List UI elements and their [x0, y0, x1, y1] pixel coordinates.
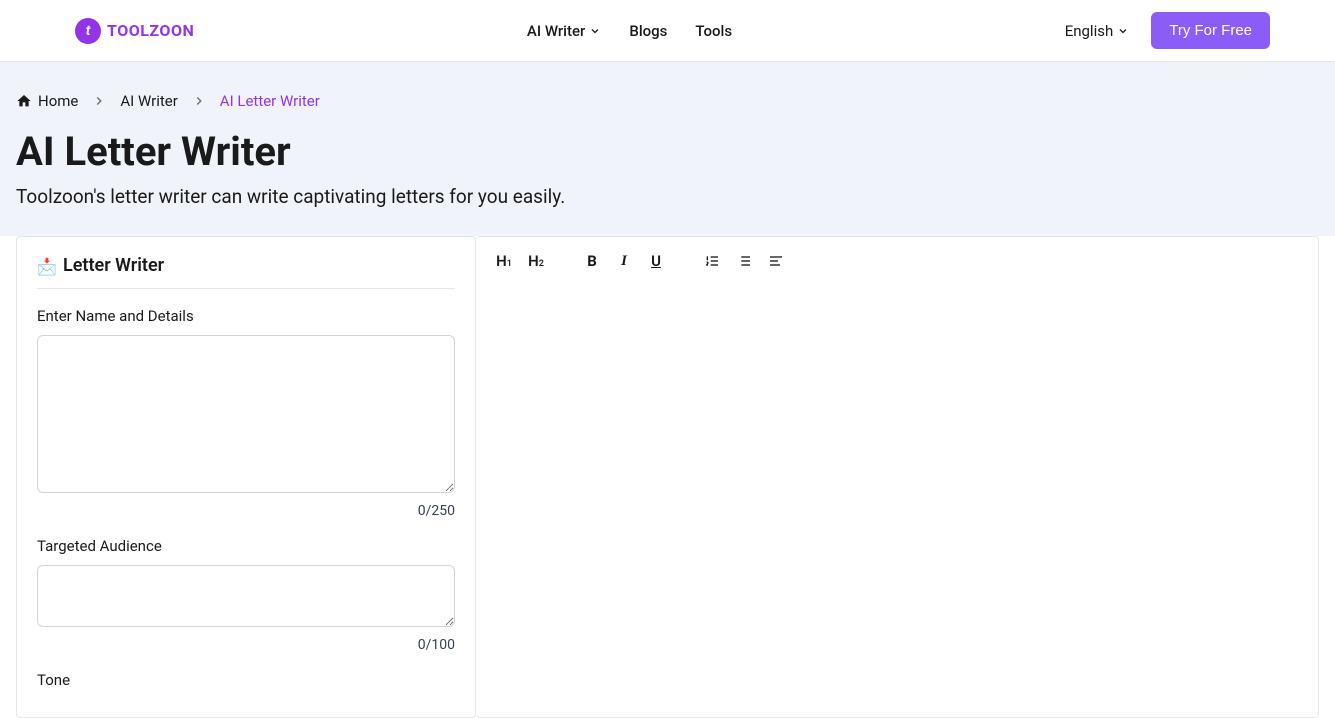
- align-button[interactable]: [762, 247, 790, 275]
- h1-button[interactable]: H1: [490, 247, 518, 275]
- breadcrumb-home[interactable]: Home: [16, 92, 78, 110]
- tone-label: Tone: [37, 671, 455, 689]
- breadcrumb-home-label: Home: [38, 92, 78, 110]
- try-free-button[interactable]: Try For Free: [1151, 12, 1270, 49]
- chevron-right-icon: [92, 94, 106, 108]
- language-selector[interactable]: English: [1065, 22, 1130, 40]
- unordered-list-icon: [736, 253, 752, 269]
- align-icon: [768, 253, 784, 269]
- letter-icon: 📩: [37, 257, 55, 275]
- underline-button[interactable]: U: [642, 247, 670, 275]
- breadcrumb-current: AI Letter Writer: [220, 92, 320, 110]
- main-nav: AI Writer Blogs Tools: [527, 22, 732, 40]
- editor-content[interactable]: [476, 285, 1318, 645]
- nav-tools[interactable]: Tools: [695, 22, 732, 40]
- page-subtitle: Toolzoon's letter writer can write capti…: [0, 185, 1335, 216]
- unordered-list-button[interactable]: [730, 247, 758, 275]
- ordered-list-button[interactable]: [698, 247, 726, 275]
- input-panel: 📩 Letter Writer Enter Name and Details 0…: [16, 236, 476, 718]
- breadcrumb-current-label: AI Letter Writer: [220, 92, 320, 110]
- breadcrumb-ai-writer[interactable]: AI Writer: [120, 92, 177, 110]
- bold-button[interactable]: B: [578, 247, 606, 275]
- nav-blogs-label: Blogs: [629, 22, 667, 40]
- panel-title: Letter Writer: [63, 255, 164, 276]
- nav-tools-label: Tools: [695, 22, 732, 40]
- audience-count: 0/100: [37, 637, 455, 653]
- nav-ai-writer-label: AI Writer: [527, 22, 585, 40]
- h2-button[interactable]: H2: [522, 247, 550, 275]
- chevron-down-icon: [589, 25, 601, 37]
- italic-button[interactable]: I: [610, 247, 638, 275]
- home-icon: [16, 93, 32, 109]
- audience-label: Targeted Audience: [37, 537, 455, 555]
- language-label: English: [1065, 22, 1114, 40]
- nav-blogs[interactable]: Blogs: [629, 22, 667, 40]
- nav-ai-writer[interactable]: AI Writer: [527, 22, 601, 40]
- ordered-list-icon: [704, 253, 720, 269]
- name-details-label: Enter Name and Details: [37, 307, 455, 325]
- editor-toolbar: H1 H2 B I U: [476, 237, 1318, 285]
- logo[interactable]: t TOOLZOON: [75, 18, 194, 44]
- chevron-down-icon: [1117, 25, 1129, 37]
- audience-input[interactable]: [37, 565, 455, 627]
- breadcrumb: Home AI Writer AI Letter Writer: [0, 92, 1335, 110]
- name-details-input[interactable]: [37, 335, 455, 493]
- page-title: AI Letter Writer: [0, 110, 1335, 185]
- logo-icon: t: [75, 18, 101, 44]
- output-panel: H1 H2 B I U: [476, 236, 1319, 718]
- breadcrumb-ai-writer-label: AI Writer: [120, 92, 177, 110]
- logo-text: TOOLZOON: [107, 21, 194, 40]
- name-details-count: 0/250: [37, 503, 455, 519]
- chevron-right-icon: [192, 94, 206, 108]
